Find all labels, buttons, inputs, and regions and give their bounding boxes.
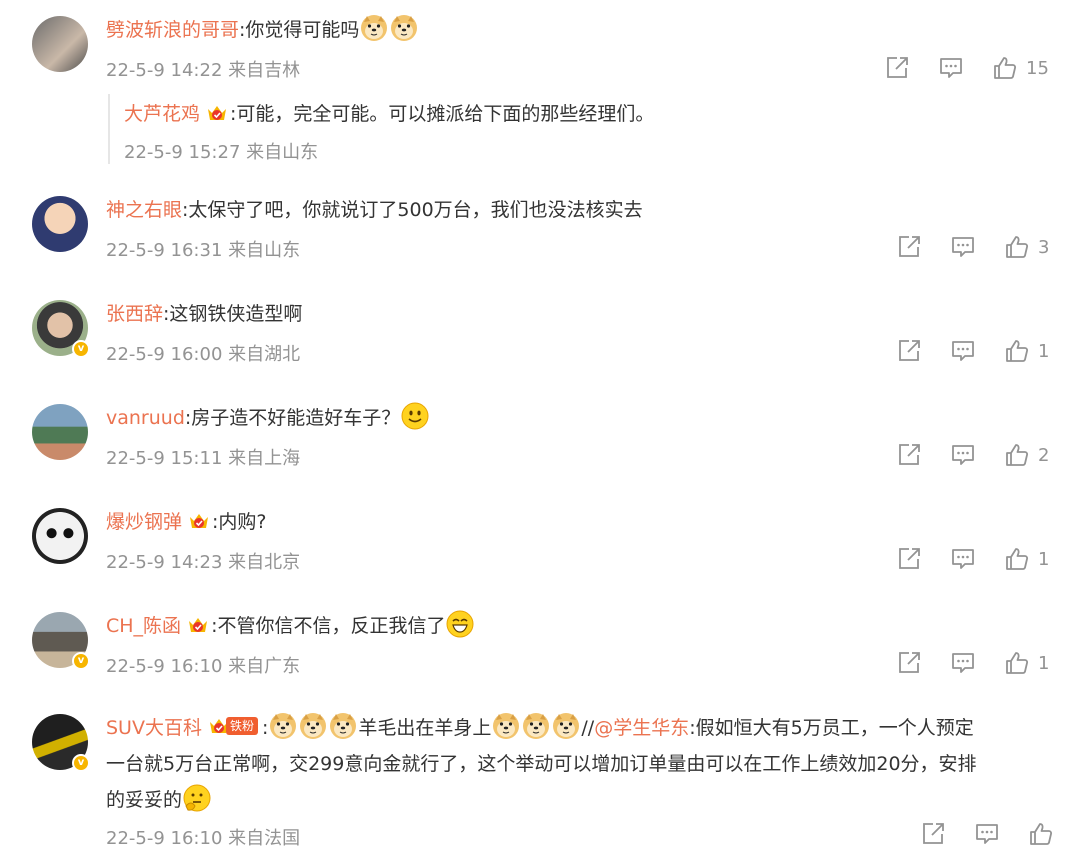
comment-body-part: 的妥妥的 xyxy=(106,789,183,811)
like-count: 2 xyxy=(1038,444,1050,466)
smile-emoji xyxy=(401,402,429,430)
comment-icon[interactable] xyxy=(974,821,1000,847)
comment-text: vanruud:房子造不好能造好车子？ xyxy=(106,400,1052,436)
comment-text-line: 一台就5万台正常啊，交299意向金就行了，这个举动可以增加订单量由可以在工作上绩… xyxy=(106,753,977,775)
comment-meta: 22-5-9 15:11 来自上海 xyxy=(106,448,301,469)
crown-badge-icon xyxy=(206,102,228,124)
username-link[interactable]: vanruud xyxy=(106,407,185,429)
comment-actions xyxy=(920,821,1074,847)
like-count: 1 xyxy=(1038,652,1050,674)
like-count: 15 xyxy=(1026,57,1049,79)
comment-text: SUV大百科 铁粉: 羊毛出在羊身上 //@学生华东:假如恒大有5万员工，一个人预定 xyxy=(106,710,1052,746)
comment-icon[interactable] xyxy=(950,546,976,572)
like-count: 1 xyxy=(1038,548,1050,570)
comment-text-line: 的妥妥的 xyxy=(106,782,1052,818)
doge-emoji xyxy=(492,712,520,740)
comment-body: :房子造不好能造好车子？ xyxy=(184,407,401,429)
comment-meta: 22-5-9 16:10 来自广东 xyxy=(106,656,301,677)
comment-body: :这钢铁侠造型啊 xyxy=(163,303,303,325)
doge-emoji xyxy=(552,712,580,740)
verified-badge-icon: v xyxy=(72,754,90,772)
comment-body-part: // xyxy=(581,717,595,739)
username-link[interactable]: SUV大百科 xyxy=(106,717,202,739)
like-count: 1 xyxy=(1038,340,1050,362)
comment-body: :不管你信不信，反正我信了 xyxy=(211,615,446,637)
avatar[interactable] xyxy=(32,404,88,460)
like-icon[interactable] xyxy=(1004,234,1030,260)
like-icon[interactable] xyxy=(992,55,1018,81)
username-link[interactable]: 劈波斩浪的哥哥 xyxy=(106,19,239,41)
crown-badge-icon xyxy=(188,510,210,532)
doge-emoji xyxy=(269,712,297,740)
fan-badge-label: 铁粉 xyxy=(225,717,258,735)
share-icon[interactable] xyxy=(884,55,910,81)
username-link[interactable]: 神之右眼 xyxy=(106,199,182,221)
doge-emoji xyxy=(390,14,418,42)
like-icon[interactable] xyxy=(1004,442,1030,468)
comment-text: CH_陈函 :不管你信不信，反正我信了 xyxy=(106,608,1052,644)
like-icon[interactable] xyxy=(1004,546,1030,572)
share-icon[interactable] xyxy=(920,821,946,847)
comment-text: 神之右眼:太保守了吧，你就说订了500万台，我们也没法核实去 xyxy=(106,192,1052,228)
like-icon[interactable] xyxy=(1028,821,1054,847)
reply-body: :可能，完全可能。可以摊派给下面的那些经理们。 xyxy=(230,103,655,125)
doge-emoji xyxy=(360,14,388,42)
comment-actions: 1 xyxy=(896,338,1050,364)
avatar[interactable] xyxy=(32,16,88,72)
comment-icon[interactable] xyxy=(950,234,976,260)
comment-meta: 22-5-9 16:00 来自湖北 xyxy=(106,344,301,365)
avatar[interactable] xyxy=(32,508,88,564)
comment-body-part: :假如恒大有5万员工，一个人预定 xyxy=(689,717,974,739)
doge-emoji xyxy=(299,712,327,740)
comment-body: :内购? xyxy=(212,511,267,533)
comment-actions: 15 xyxy=(884,55,1049,81)
reply-item: 大芦花鸡 :可能，完全可能。可以摊派给下面的那些经理们。 22-5-9 15:27… xyxy=(108,94,1010,164)
comment-meta: 22-5-9 14:23 来自北京 xyxy=(106,552,301,573)
comment-body-part: : xyxy=(261,717,269,739)
like-icon[interactable] xyxy=(1004,650,1030,676)
comment-text: 张西辞:这钢铁侠造型啊 xyxy=(106,296,1052,332)
like-icon[interactable] xyxy=(1004,338,1030,364)
comment-text: 爆炒钢弹 :内购? xyxy=(106,504,1052,540)
comment-icon[interactable] xyxy=(950,338,976,364)
like-count: 3 xyxy=(1038,236,1050,258)
comment-icon[interactable] xyxy=(950,442,976,468)
share-icon[interactable] xyxy=(896,442,922,468)
share-icon[interactable] xyxy=(896,338,922,364)
comment-text: 劈波斩浪的哥哥:你觉得可能吗 xyxy=(106,12,1052,48)
share-icon[interactable] xyxy=(896,234,922,260)
comment-meta: 22-5-9 14:22 来自吉林 xyxy=(106,60,301,81)
username-link[interactable]: CH_陈函 xyxy=(106,615,181,637)
comment-meta: 22-5-9 16:31 来自山东 xyxy=(106,240,301,261)
avatar[interactable] xyxy=(32,196,88,252)
comment-body: :太保守了吧，你就说订了500万台，我们也没法核实去 xyxy=(182,199,643,221)
crown-badge-icon xyxy=(187,614,209,636)
comment-meta: 22-5-9 16:10 来自法国 xyxy=(106,828,301,849)
verified-badge-icon: v xyxy=(72,340,90,358)
share-icon[interactable] xyxy=(896,650,922,676)
comment-body: :你觉得可能吗 xyxy=(239,19,360,41)
reply-text: 大芦花鸡 :可能，完全可能。可以摊派给下面的那些经理们。 xyxy=(124,96,654,132)
fan-badge: 铁粉 xyxy=(208,715,258,737)
mention-link[interactable]: @学生华东 xyxy=(594,717,689,739)
reply-meta: 22-5-9 15:27 来自山东 xyxy=(124,142,319,163)
grin-emoji xyxy=(446,610,474,638)
comment-actions: 1 xyxy=(896,650,1050,676)
doge-emoji xyxy=(329,712,357,740)
username-link[interactable]: 张西辞 xyxy=(106,303,163,325)
verified-badge-icon: v xyxy=(72,652,90,670)
share-icon[interactable] xyxy=(896,546,922,572)
username-link[interactable]: 爆炒钢弹 xyxy=(106,511,182,533)
reply-username-link[interactable]: 大芦花鸡 xyxy=(124,103,200,125)
comment-icon[interactable] xyxy=(950,650,976,676)
comment-body-part: 羊毛出在羊身上 xyxy=(358,717,492,739)
thinking-emoji xyxy=(183,784,211,812)
comment-actions: 3 xyxy=(896,234,1050,260)
doge-emoji xyxy=(522,712,550,740)
comment-actions: 2 xyxy=(896,442,1050,468)
comment-actions: 1 xyxy=(896,546,1050,572)
comment-icon[interactable] xyxy=(938,55,964,81)
